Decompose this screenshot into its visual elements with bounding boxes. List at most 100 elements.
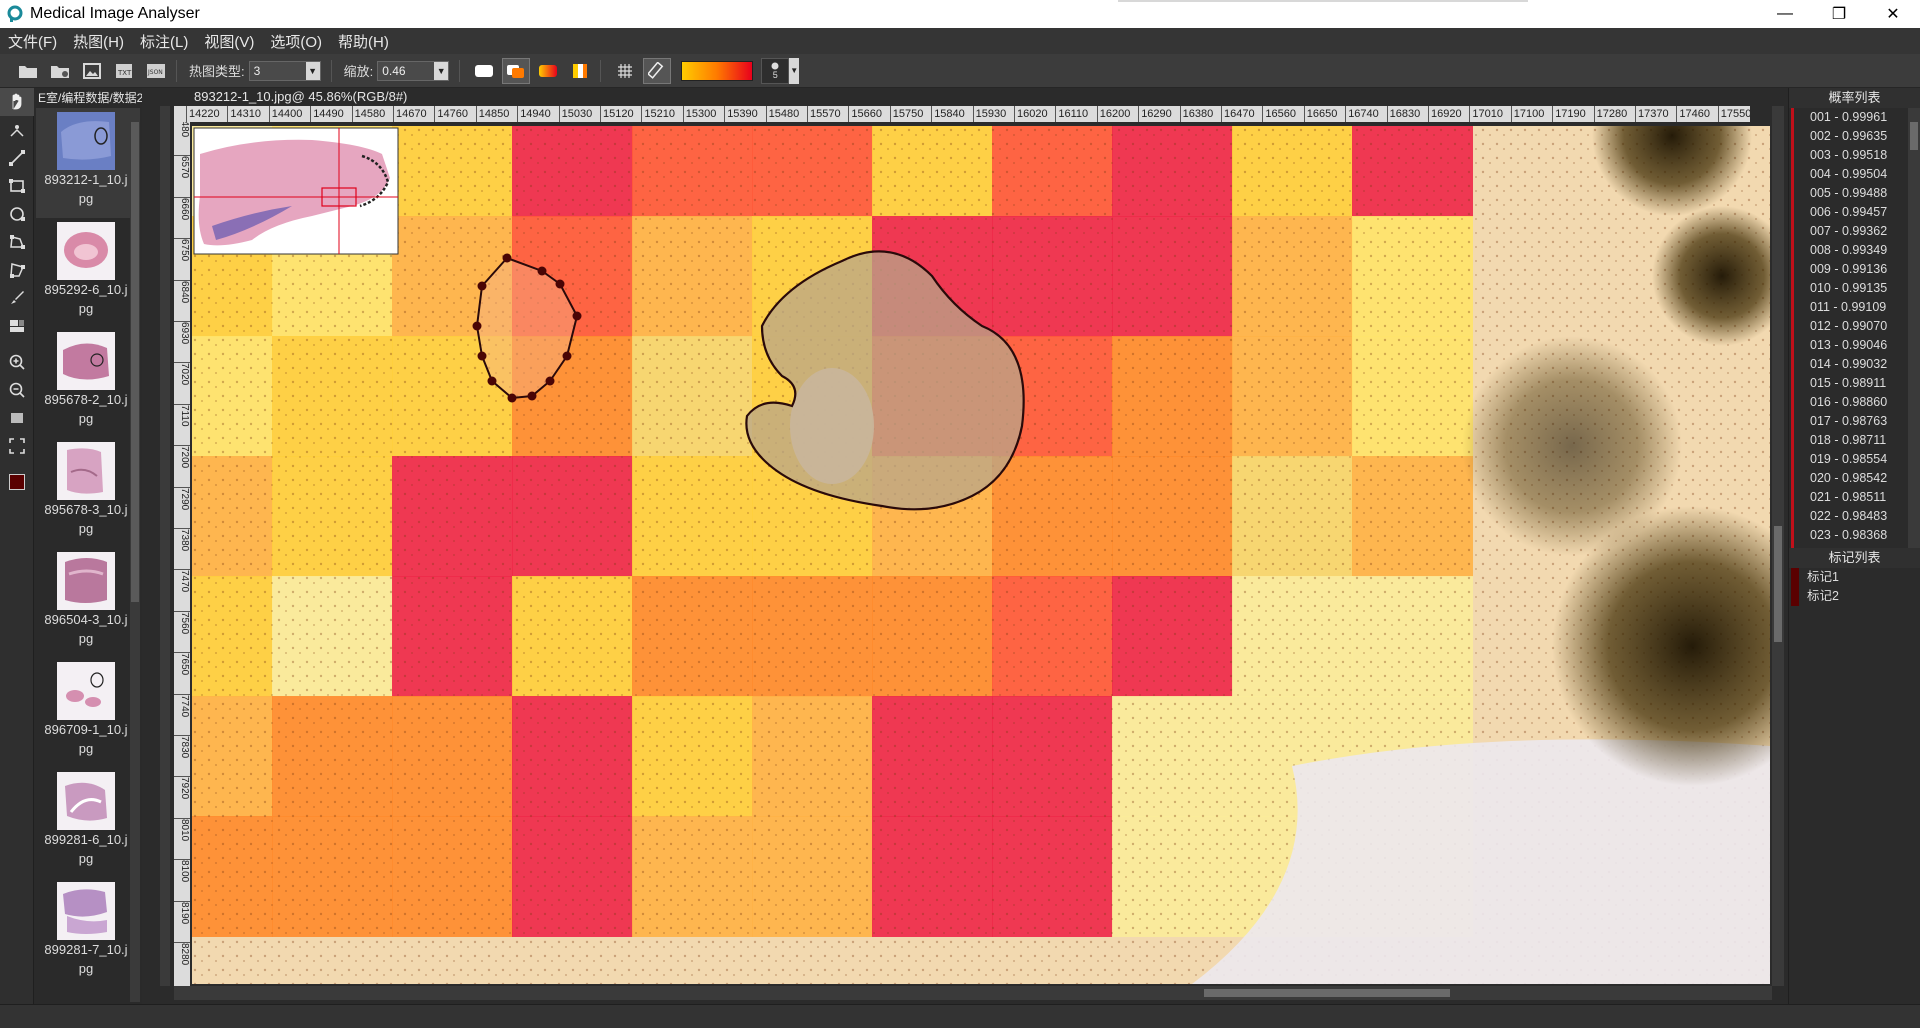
probability-item[interactable]: 011 - 0.99109 (1794, 298, 1920, 317)
ellipse-tool-icon[interactable] (0, 200, 34, 228)
heatmap-only-icon[interactable] (534, 58, 562, 84)
level-button[interactable]: 5 (761, 57, 790, 84)
probability-item[interactable]: 013 - 0.99046 (1794, 336, 1920, 355)
probability-item[interactable]: 005 - 0.99488 (1794, 184, 1920, 203)
probability-item[interactable]: 002 - 0.99635 (1794, 127, 1920, 146)
thumbnail-item[interactable]: 899281-7_10.jpg (36, 878, 136, 988)
zoom-in-icon[interactable] (0, 348, 34, 376)
probability-item[interactable]: 015 - 0.98911 (1794, 374, 1920, 393)
heatmap-overlay[interactable] (192, 126, 1770, 984)
layers-tool-icon[interactable] (0, 312, 34, 340)
menu-annotate[interactable]: 标注(L) (132, 31, 196, 52)
thumbnail-item[interactable]: 899281-6_10.jpg (36, 768, 136, 878)
menu-help[interactable]: 帮助(H) (330, 31, 397, 52)
show-original-icon[interactable] (470, 58, 498, 84)
thumbnail-item[interactable]: 896709-1_10.jpg (36, 658, 136, 768)
menu-file[interactable]: 文件(F) (0, 31, 65, 52)
mark-item[interactable]: 标记1 (1799, 568, 1920, 587)
chevron-down-icon[interactable]: ▼ (789, 57, 800, 84)
ruler-tick: 7920 (174, 776, 190, 800)
open-folder-icon[interactable] (14, 58, 42, 84)
menu-options[interactable]: 选项(O) (262, 31, 330, 52)
probability-scrollbar[interactable] (1908, 108, 1920, 548)
freeform-tool-icon[interactable] (0, 256, 34, 284)
probability-item[interactable]: 020 - 0.98542 (1794, 469, 1920, 488)
heatmap-type-select[interactable]: 3 ▼ (248, 60, 321, 81)
probability-item[interactable]: 022 - 0.98483 (1794, 507, 1920, 526)
thumbnail-item[interactable]: 895678-3_10.jpg (36, 438, 136, 548)
open-image-icon[interactable] (78, 58, 106, 84)
line-tool-icon[interactable] (0, 144, 34, 172)
level-value: 5 (772, 69, 778, 80)
probability-item[interactable]: 021 - 0.98511 (1794, 488, 1920, 507)
probability-item[interactable]: 010 - 0.99135 (1794, 279, 1920, 298)
scrollbar-handle[interactable] (1204, 989, 1450, 997)
probability-item[interactable]: 003 - 0.99518 (1794, 146, 1920, 165)
export-txt-icon[interactable]: TXT (110, 58, 138, 84)
brush-tool-icon[interactable] (0, 284, 34, 312)
scrollbar-handle[interactable] (1774, 526, 1782, 642)
toolbar-separator (459, 59, 461, 82)
thumbnail-panel: E室/编程数据/数据2020 893212-1_10.jpg 895292-6_… (34, 88, 142, 1004)
ruler-tick-label: 7290 (179, 487, 190, 510)
color-picker-icon[interactable] (0, 468, 34, 496)
probability-item[interactable]: 012 - 0.99070 (1794, 317, 1920, 336)
rectangle-tool-icon[interactable] (0, 172, 34, 200)
zoom-label: 缩放: (343, 64, 374, 79)
thumbnail-image (57, 222, 115, 280)
probability-item[interactable]: 014 - 0.99032 (1794, 355, 1920, 374)
mark-item[interactable]: 标记2 (1799, 587, 1920, 606)
point-tool-icon[interactable] (0, 116, 34, 144)
app-title: Medical Image Analyser (30, 5, 200, 22)
probability-item[interactable]: 007 - 0.99362 (1794, 222, 1920, 241)
menu-heatmap[interactable]: 热图(H) (65, 31, 132, 52)
probability-item[interactable]: 017 - 0.98763 (1794, 412, 1920, 431)
color-scale-icon[interactable] (566, 58, 594, 84)
ruler-tick: 8190 (174, 900, 190, 924)
polygon-tool-icon[interactable] (0, 228, 34, 256)
zoom-out-icon[interactable] (0, 376, 34, 404)
add-folder-icon[interactable] (46, 58, 74, 84)
scrollbar-handle[interactable] (1910, 122, 1918, 150)
thumbnail-item[interactable]: 895292-6_10.jpg (36, 218, 136, 328)
zoom-select[interactable]: 0.46 ▼ (377, 60, 450, 81)
vertical-scrollbar[interactable] (1772, 106, 1784, 986)
probability-item[interactable]: 006 - 0.99457 (1794, 203, 1920, 222)
close-button[interactable]: ✕ (1866, 0, 1920, 28)
probability-item[interactable]: 016 - 0.98860 (1794, 393, 1920, 412)
heatmap-canvas[interactable] (192, 126, 1770, 984)
scrollbar-handle[interactable] (131, 122, 139, 602)
thumbnail-name: 899281-6_10.jpg (44, 832, 128, 866)
mark-list: 标记1 标记2 (1791, 568, 1920, 606)
fit-window-icon[interactable] (0, 404, 34, 432)
minimize-button[interactable]: — (1758, 0, 1812, 28)
grid-icon[interactable] (611, 58, 639, 84)
actual-size-icon[interactable] (0, 432, 34, 460)
thumbnail-item[interactable]: 893212-1_10.jpg (36, 108, 136, 218)
export-json-icon[interactable]: JSON (142, 58, 170, 84)
probability-item[interactable]: 019 - 0.98554 (1794, 450, 1920, 469)
ruler-tick-label: 7020 (179, 363, 190, 386)
probability-item[interactable]: 018 - 0.98711 (1794, 431, 1920, 450)
thumbnail-item[interactable]: 895678-2_10.jpg (36, 328, 136, 438)
thumbnail-scrollbar[interactable] (130, 108, 140, 1002)
toolbar-separator (330, 59, 332, 82)
probability-item[interactable]: 001 - 0.99961 (1794, 108, 1920, 127)
thumbnail-item[interactable]: 896504-3_10.jpg (36, 548, 136, 658)
hand-tool-icon[interactable] (0, 88, 34, 116)
overlay-heatmap-icon[interactable] (502, 57, 531, 84)
ruler-tick-label: 6840 (179, 280, 190, 303)
ruler-tick: 16020 (1014, 106, 1048, 122)
restore-button[interactable]: ❐ (1812, 0, 1866, 28)
minimap[interactable] (193, 127, 399, 255)
ruler-tick: 7200 (174, 445, 190, 468)
horizontal-scrollbar[interactable] (174, 986, 1772, 1000)
menu-view[interactable]: 视图(V) (196, 31, 262, 52)
probability-item[interactable]: 009 - 0.99136 (1794, 260, 1920, 279)
folder-path: E室/编程数据/数据2020 (38, 91, 142, 105)
probability-item[interactable]: 004 - 0.99504 (1794, 165, 1920, 184)
left-scrollbar[interactable] (160, 106, 170, 986)
probability-item[interactable]: 023 - 0.98368 (1794, 526, 1920, 545)
probability-item[interactable]: 008 - 0.99349 (1794, 241, 1920, 260)
ruler-icon[interactable] (643, 57, 672, 84)
